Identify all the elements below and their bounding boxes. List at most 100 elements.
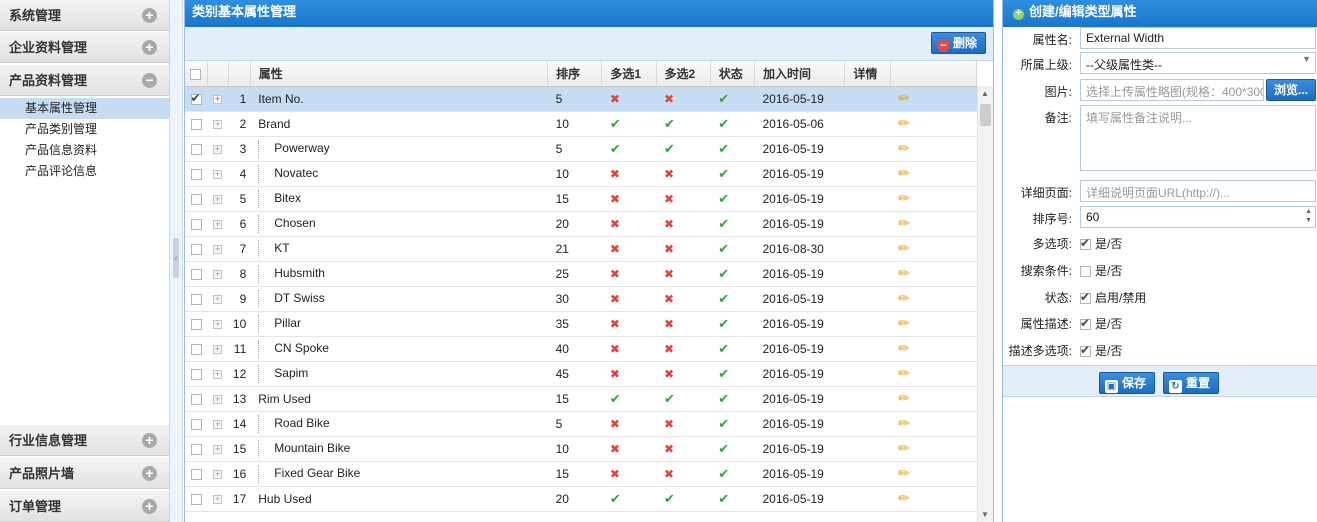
expand-icon[interactable]: + [213,194,223,204]
edit-pencil-icon[interactable]: ✏ [898,265,910,281]
collapse-handle-icon[interactable]: ‹ [173,238,179,278]
status-check-icon[interactable]: ✔ [718,166,729,181]
plus-circle-icon[interactable]: + [142,40,157,55]
row-expand-cell[interactable]: + [207,461,229,487]
sidebar-section-orders[interactable]: 订单管理 + [0,491,169,522]
row-checkbox[interactable] [190,168,202,180]
row-expand-cell[interactable]: + [207,136,229,162]
expand-icon[interactable]: + [213,269,223,279]
expand-icon[interactable]: + [213,244,223,254]
search-condition-checkbox[interactable] [1080,266,1091,278]
multi1-cross-icon[interactable]: ✖ [610,367,620,381]
status-check-icon[interactable]: ✔ [718,91,729,106]
edit-pencil-icon[interactable]: ✏ [898,140,910,156]
row-expand-cell[interactable]: + [207,411,229,437]
row-select-cell[interactable] [185,211,208,237]
row-expand-cell[interactable]: + [207,286,229,312]
row-checkbox[interactable] [190,443,202,455]
table-row[interactable]: +8 Hubsmith 25 ✖ ✖ ✔ 2016-05-19 ✏ [185,261,977,287]
edit-pencil-icon[interactable]: ✏ [898,290,910,306]
sidebar-section-product[interactable]: 产品资料管理 − [0,65,169,96]
row-checkbox[interactable] [190,418,202,430]
multi2-cross-icon[interactable]: ✖ [664,317,674,331]
detail-page-input[interactable]: 详细说明页面URL(http://)... [1080,180,1316,202]
column-header-sort[interactable]: 排序 [547,61,603,87]
status-check-icon[interactable]: ✔ [718,216,729,231]
column-header-attribute[interactable]: 属性 [250,61,549,87]
row-expand-cell[interactable]: + [207,211,229,237]
sidebar-item-product-reviews[interactable]: 产品评论信息 [0,161,169,182]
multi-option-field[interactable]: 是/否 [1080,235,1122,252]
row-checkbox[interactable] [190,268,202,280]
row-expand-cell[interactable]: + [207,436,229,462]
table-row[interactable]: +12 Sapim 45 ✖ ✖ ✔ 2016-05-19 ✏ [185,361,977,387]
sidebar-section-photo-wall[interactable]: 产品照片墙 + [0,458,169,489]
status-check-icon[interactable]: ✔ [718,391,729,406]
row-checkbox[interactable] [190,293,202,305]
plus-circle-icon[interactable]: + [142,8,157,23]
column-header-multi1[interactable]: 多选1 [601,61,657,87]
multi1-check-icon[interactable]: ✔ [610,116,621,131]
vertical-scrollbar[interactable]: ▲ ▼ [977,86,993,522]
table-row[interactable]: +11 CN Spoke 40 ✖ ✖ ✔ 2016-05-19 ✏ [185,336,977,362]
status-check-icon[interactable]: ✔ [718,416,729,431]
multi1-cross-icon[interactable]: ✖ [610,417,620,431]
status-check-icon[interactable]: ✔ [718,116,729,131]
expand-icon[interactable]: + [213,94,223,104]
multi2-cross-icon[interactable]: ✖ [664,367,674,381]
edit-pencil-icon[interactable]: ✏ [898,390,910,406]
scroll-down-icon[interactable]: ▼ [981,510,989,519]
row-expand-cell[interactable]: + [207,386,229,412]
status-check-icon[interactable]: ✔ [718,241,729,256]
table-row[interactable]: +1 Item No. 5 ✖ ✖ ✔ 2016-05-19 ✏ [185,86,977,112]
multi-option-checkbox[interactable] [1080,236,1091,251]
row-expand-cell[interactable]: + [207,161,229,187]
browse-button[interactable]: 浏览... [1266,79,1316,101]
expand-icon[interactable]: + [213,144,223,154]
status-check-icon[interactable]: ✔ [718,141,729,156]
multi2-cross-icon[interactable]: ✖ [664,192,674,206]
row-checkbox[interactable] [190,91,202,105]
multi2-cross-icon[interactable]: ✖ [664,342,674,356]
multi1-cross-icon[interactable]: ✖ [610,342,620,356]
row-checkbox[interactable] [190,368,202,380]
multi2-cross-icon[interactable]: ✖ [664,242,674,256]
edit-pencil-icon[interactable]: ✏ [898,240,910,256]
row-select-cell[interactable] [185,361,208,387]
multi2-cross-icon[interactable]: ✖ [664,467,674,481]
delete-button[interactable]: − 删除 [930,32,986,54]
multi1-cross-icon[interactable]: ✖ [610,167,620,181]
status-check-icon[interactable]: ✔ [718,316,729,331]
row-select-cell[interactable] [185,461,208,487]
multi1-cross-icon[interactable]: ✖ [610,242,620,256]
row-select-cell[interactable] [185,136,208,162]
multi2-check-icon[interactable]: ✔ [664,391,675,406]
expand-icon[interactable]: + [213,169,223,179]
table-row[interactable]: +14 Road Bike 5 ✖ ✖ ✔ 2016-05-19 ✏ [185,411,977,437]
row-expand-cell[interactable]: + [207,111,229,137]
multi1-cross-icon[interactable]: ✖ [610,442,620,456]
multi2-cross-icon[interactable]: ✖ [664,92,674,106]
table-row[interactable]: +7 KT 21 ✖ ✖ ✔ 2016-08-30 ✏ [185,236,977,262]
table-row[interactable]: +2 Brand 10 ✔ ✔ ✔ 2016-05-06 ✏ [185,111,977,137]
sidebar-item-basic-attributes[interactable]: 基本属性管理 [0,98,169,119]
save-button[interactable]: ▣ 保存 [1099,372,1156,394]
row-checkbox[interactable] [190,118,202,130]
column-header-date[interactable]: 加入时间 [754,61,846,87]
multi2-check-icon[interactable]: ✔ [664,141,675,156]
expand-icon[interactable]: + [213,444,223,454]
search-condition-field[interactable]: 是/否 [1080,262,1122,279]
table-row[interactable]: +17 Hub Used 20 ✔ ✔ ✔ 2016-05-19 ✏ [185,486,977,512]
row-checkbox[interactable] [190,493,202,505]
status-check-icon[interactable]: ✔ [718,191,729,206]
status-checkbox[interactable] [1080,290,1091,305]
row-select-cell[interactable] [185,261,208,287]
row-checkbox[interactable] [190,468,202,480]
row-checkbox[interactable] [190,243,202,255]
edit-pencil-icon[interactable]: ✏ [898,115,910,131]
column-header-detail[interactable]: 详情 [844,61,891,87]
table-row[interactable]: +10 Pillar 35 ✖ ✖ ✔ 2016-05-19 ✏ [185,311,977,337]
attr-desc-field[interactable]: 是/否 [1080,315,1122,332]
row-select-cell[interactable] [185,436,208,462]
multi1-cross-icon[interactable]: ✖ [610,467,620,481]
